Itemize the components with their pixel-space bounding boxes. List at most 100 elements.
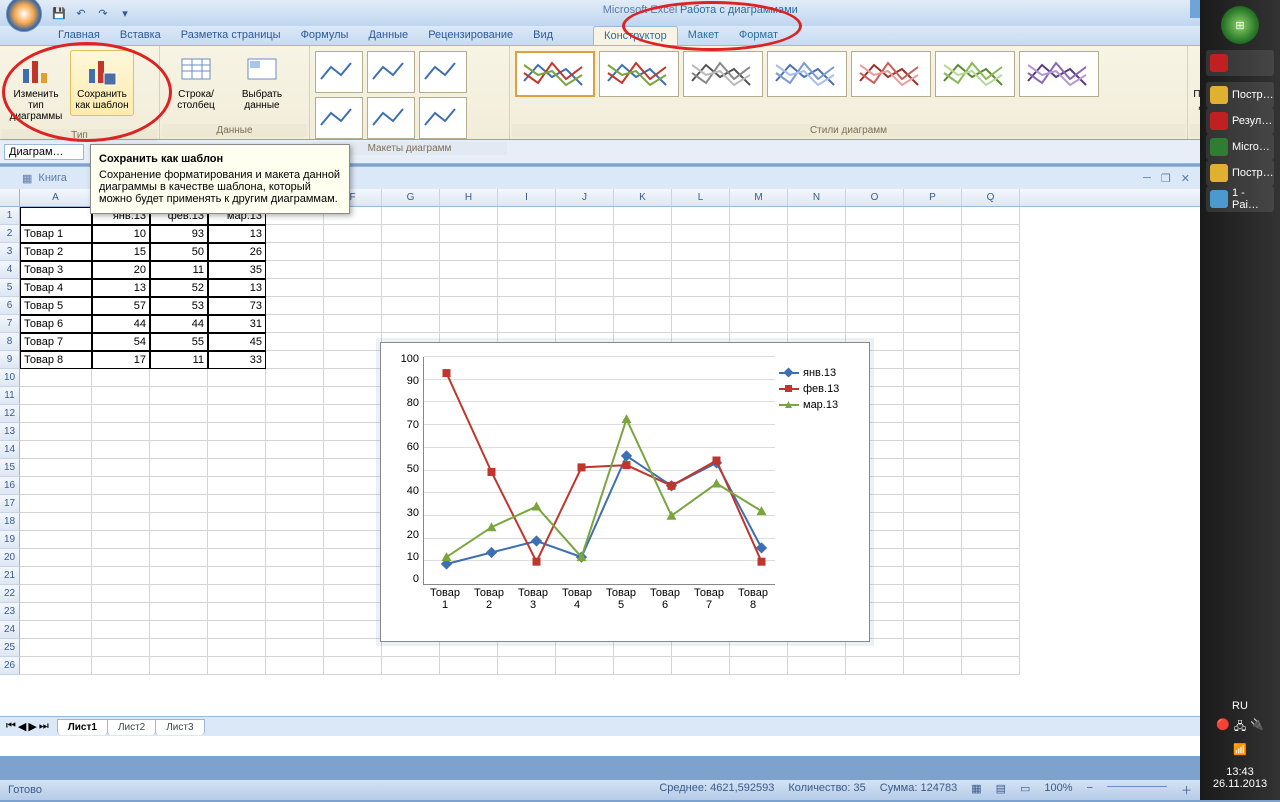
- row-header-17[interactable]: 17: [0, 495, 20, 513]
- cell-D20[interactable]: [208, 549, 266, 567]
- cell-Q9[interactable]: [962, 351, 1020, 369]
- cell-C19[interactable]: [150, 531, 208, 549]
- cell-A18[interactable]: [20, 513, 92, 531]
- cell-M4[interactable]: [730, 261, 788, 279]
- start-button[interactable]: ⊞: [1221, 6, 1259, 44]
- row-header-5[interactable]: 5: [0, 279, 20, 297]
- tab-Вид[interactable]: Вид: [523, 26, 563, 45]
- row-header-21[interactable]: 21: [0, 567, 20, 585]
- row-header-22[interactable]: 22: [0, 585, 20, 603]
- cell-F18[interactable]: [324, 513, 382, 531]
- cell-C15[interactable]: [150, 459, 208, 477]
- column-header-N[interactable]: N: [788, 189, 846, 206]
- cell-I3[interactable]: [498, 243, 556, 261]
- cell-B10[interactable]: [92, 369, 150, 387]
- cell-F11[interactable]: [324, 387, 382, 405]
- cell-O6[interactable]: [846, 297, 904, 315]
- cell-O5[interactable]: [846, 279, 904, 297]
- cell-B8[interactable]: 54: [92, 333, 150, 351]
- cell-M6[interactable]: [730, 297, 788, 315]
- row-header-2[interactable]: 2: [0, 225, 20, 243]
- cell-C3[interactable]: 50: [150, 243, 208, 261]
- cell-K26[interactable]: [614, 657, 672, 675]
- cell-B6[interactable]: 57: [92, 297, 150, 315]
- row-header-14[interactable]: 14: [0, 441, 20, 459]
- cell-B3[interactable]: 15: [92, 243, 150, 261]
- cell-I6[interactable]: [498, 297, 556, 315]
- chart-layout-3[interactable]: [419, 51, 467, 93]
- cell-A15[interactable]: [20, 459, 92, 477]
- cell-A14[interactable]: [20, 441, 92, 459]
- cell-B15[interactable]: [92, 459, 150, 477]
- cell-B23[interactable]: [92, 603, 150, 621]
- cell-C7[interactable]: 44: [150, 315, 208, 333]
- cell-C5[interactable]: 52: [150, 279, 208, 297]
- cell-D3[interactable]: 26: [208, 243, 266, 261]
- cell-A4[interactable]: Товар 3: [20, 261, 92, 279]
- cell-P9[interactable]: [904, 351, 962, 369]
- cell-C17[interactable]: [150, 495, 208, 513]
- cell-G26[interactable]: [382, 657, 440, 675]
- cell-I2[interactable]: [498, 225, 556, 243]
- cell-B20[interactable]: [92, 549, 150, 567]
- row-header-24[interactable]: 24: [0, 621, 20, 639]
- cell-G2[interactable]: [382, 225, 440, 243]
- cell-A8[interactable]: Товар 7: [20, 333, 92, 351]
- cell-J7[interactable]: [556, 315, 614, 333]
- cell-O2[interactable]: [846, 225, 904, 243]
- cell-Q16[interactable]: [962, 477, 1020, 495]
- tab-Главная[interactable]: Главная: [48, 26, 110, 45]
- cell-K4[interactable]: [614, 261, 672, 279]
- cell-A13[interactable]: [20, 423, 92, 441]
- cell-D8[interactable]: 45: [208, 333, 266, 351]
- cell-P13[interactable]: [904, 423, 962, 441]
- cell-F7[interactable]: [324, 315, 382, 333]
- save-icon[interactable]: 💾: [50, 4, 68, 22]
- cell-E10[interactable]: [266, 369, 324, 387]
- cell-Q18[interactable]: [962, 513, 1020, 531]
- cell-G1[interactable]: [382, 207, 440, 225]
- cell-G5[interactable]: [382, 279, 440, 297]
- cell-F16[interactable]: [324, 477, 382, 495]
- cell-G4[interactable]: [382, 261, 440, 279]
- cell-D13[interactable]: [208, 423, 266, 441]
- taskbar-app[interactable]: Постр…: [1206, 160, 1274, 186]
- cell-D4[interactable]: 35: [208, 261, 266, 279]
- cell-H5[interactable]: [440, 279, 498, 297]
- cell-D22[interactable]: [208, 585, 266, 603]
- cell-H1[interactable]: [440, 207, 498, 225]
- row-header-7[interactable]: 7: [0, 315, 20, 333]
- tab-Макет[interactable]: Макет: [678, 26, 729, 45]
- taskbar-app[interactable]: Резул…: [1206, 108, 1274, 134]
- cell-C26[interactable]: [150, 657, 208, 675]
- row-header-19[interactable]: 19: [0, 531, 20, 549]
- chart-style-3[interactable]: [683, 51, 763, 97]
- cell-C22[interactable]: [150, 585, 208, 603]
- cell-P16[interactable]: [904, 477, 962, 495]
- cell-C6[interactable]: 53: [150, 297, 208, 315]
- cell-N26[interactable]: [788, 657, 846, 675]
- cell-G3[interactable]: [382, 243, 440, 261]
- cell-D23[interactable]: [208, 603, 266, 621]
- chart-layout-6[interactable]: [419, 97, 467, 139]
- cell-A26[interactable]: [20, 657, 92, 675]
- cell-E13[interactable]: [266, 423, 324, 441]
- cell-E7[interactable]: [266, 315, 324, 333]
- cell-B25[interactable]: [92, 639, 150, 657]
- tray-power-icon[interactable]: 🔌: [1250, 718, 1264, 737]
- cell-O3[interactable]: [846, 243, 904, 261]
- cell-J4[interactable]: [556, 261, 614, 279]
- cell-D24[interactable]: [208, 621, 266, 639]
- cell-N6[interactable]: [788, 297, 846, 315]
- row-header-6[interactable]: 6: [0, 297, 20, 315]
- row-header-16[interactable]: 16: [0, 477, 20, 495]
- cell-N5[interactable]: [788, 279, 846, 297]
- column-header-Q[interactable]: Q: [962, 189, 1020, 206]
- cell-N4[interactable]: [788, 261, 846, 279]
- cell-O4[interactable]: [846, 261, 904, 279]
- cell-Q4[interactable]: [962, 261, 1020, 279]
- chart-style-5[interactable]: [851, 51, 931, 97]
- cell-F9[interactable]: [324, 351, 382, 369]
- cell-F14[interactable]: [324, 441, 382, 459]
- sheet-tab-Лист3[interactable]: Лист3: [155, 719, 204, 735]
